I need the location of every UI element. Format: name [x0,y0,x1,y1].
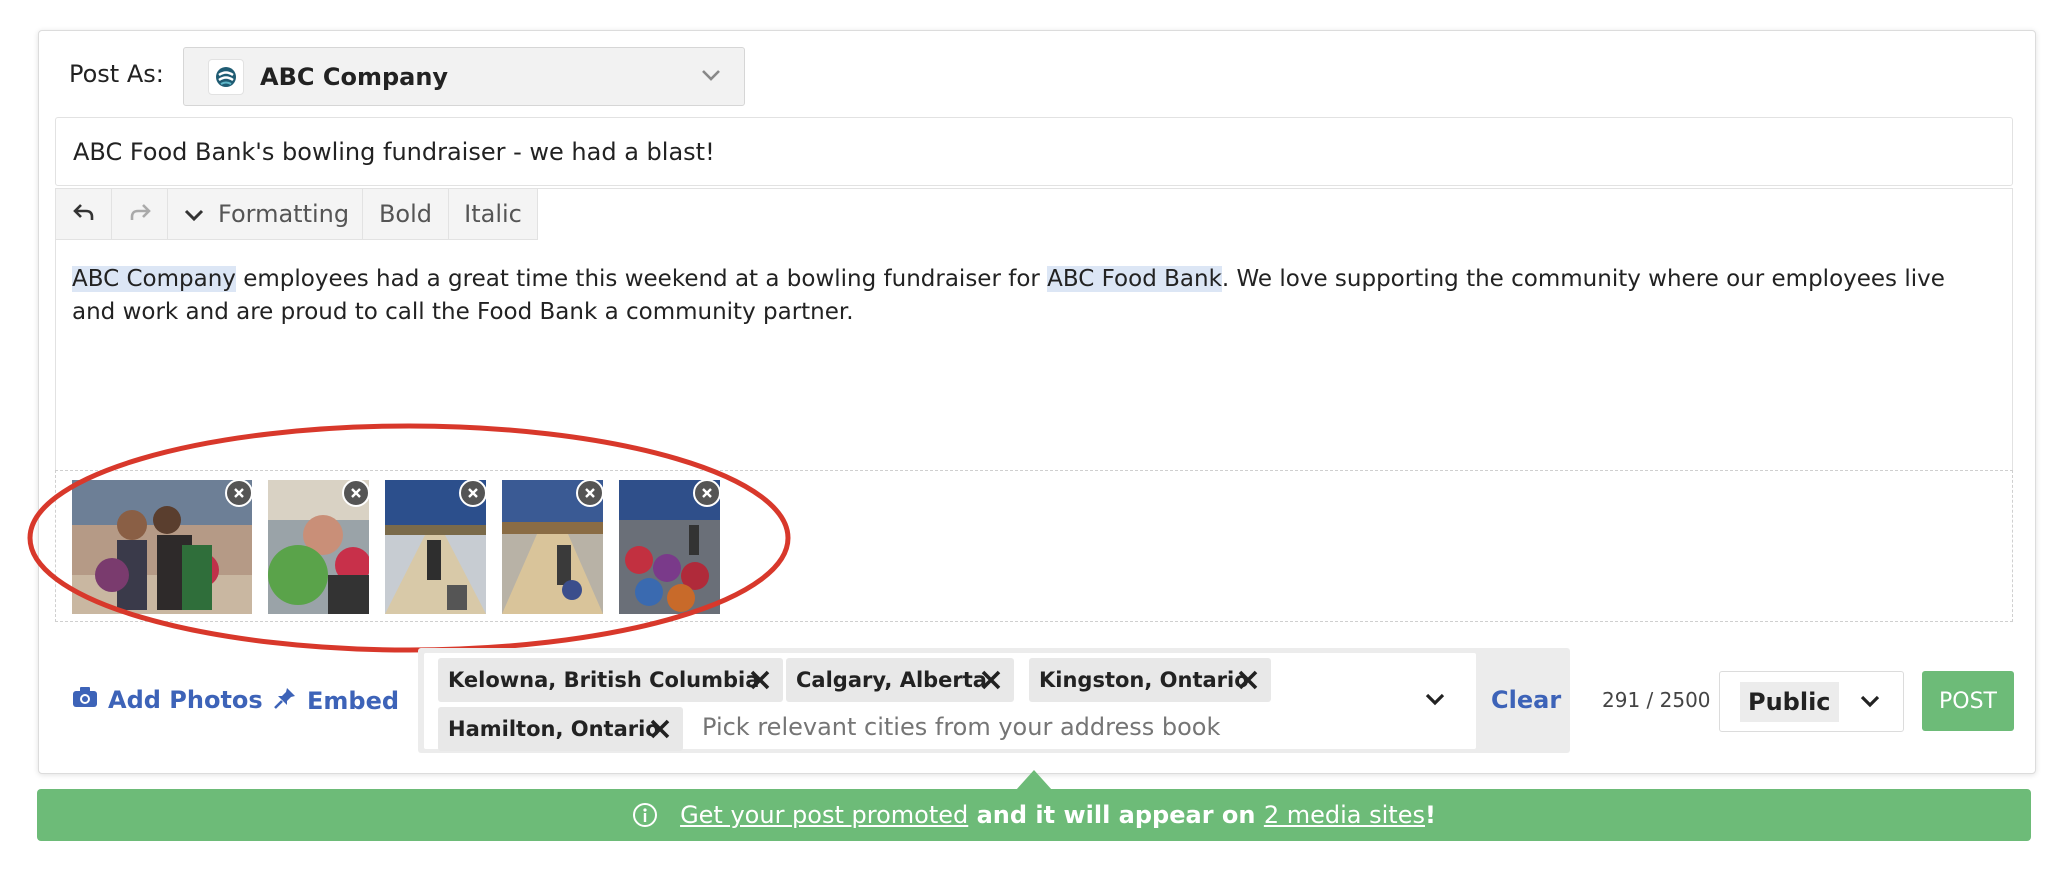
close-icon[interactable] [342,480,369,507]
editor-toolbar: Formatting Bold Italic [56,189,538,240]
close-icon[interactable] [693,480,720,507]
add-photos-button[interactable]: Add Photos [72,686,263,714]
city-chip-label: Hamilton, Ontario [448,717,660,741]
photo-thumbnail[interactable] [619,480,720,614]
chevron-down-icon[interactable] [1424,691,1446,711]
promo-banner: Get your post promoted and it will appea… [37,789,2031,841]
info-icon [632,802,658,828]
chevron-down-icon [184,200,204,228]
chevron-down-icon [700,64,722,90]
clear-cities-button[interactable]: Clear [1491,686,1561,714]
redo-icon [129,200,151,228]
city-chip-label: Kingston, Ontario [1039,668,1249,692]
promo-text: and it will appear on [968,801,1264,829]
undo-icon [72,200,95,228]
camera-icon [72,686,98,714]
post-button[interactable]: POST [1922,671,2014,731]
bold-button[interactable]: Bold [363,189,449,239]
post-as-label: Post As: [69,60,164,88]
account-name: ABC Company [260,62,449,91]
undo-button[interactable] [56,189,112,239]
account-select[interactable]: ABC Company [183,47,745,106]
photo-thumbnail[interactable] [268,480,369,614]
mention-tag[interactable]: ABC Food Bank [1047,266,1222,292]
photo-thumbnail[interactable] [502,480,603,614]
add-photos-label: Add Photos [108,686,263,714]
photo-dropzone[interactable] [55,470,2013,622]
photo-thumbnail[interactable] [72,480,252,614]
city-chip: Calgary, Alberta [786,658,1014,702]
media-sites-link[interactable]: 2 media sites [1264,801,1425,829]
city-chip: Hamilton, Ontario [438,707,683,751]
close-icon[interactable] [649,718,671,745]
embed-button[interactable]: Embed [273,686,399,716]
photo-thumbnail[interactable] [385,480,486,614]
body-text-segment: employees had a great time this weekend … [235,266,1048,292]
post-body-text[interactable]: ABC Company employees had a great time t… [72,263,1992,329]
embed-label: Embed [307,687,400,715]
close-icon[interactable] [980,669,1002,696]
formatting-label: Formatting [218,200,350,228]
photo-1 [72,480,252,614]
close-icon[interactable] [749,669,771,696]
visibility-select[interactable]: Public [1719,671,1904,732]
promo-pointer [1016,770,1052,790]
close-icon[interactable] [576,480,603,507]
character-count: 291 / 2500 [1602,688,1711,712]
promo-text-end: ! [1424,801,1436,829]
italic-button[interactable]: Italic [449,189,537,239]
mention-tag[interactable]: ABC Company [72,266,236,292]
visibility-value: Public [1740,682,1839,722]
close-icon[interactable] [1237,669,1259,696]
company-logo-icon [208,58,244,95]
promote-link[interactable]: Get your post promoted [680,801,968,829]
post-title-input[interactable] [55,117,2013,186]
pin-icon [273,686,297,716]
cities-search-input[interactable] [700,712,1224,742]
city-chip: Kelowna, British Columbia [438,658,783,702]
city-chip-label: Kelowna, British Columbia [448,668,760,692]
redo-button[interactable] [112,189,168,239]
close-icon[interactable] [225,480,252,507]
city-chip: Kingston, Ontario [1029,658,1271,702]
close-icon[interactable] [459,480,486,507]
formatting-dropdown[interactable]: Formatting [168,189,363,239]
chevron-down-icon [1859,693,1881,713]
city-chip-label: Calgary, Alberta [796,668,987,692]
